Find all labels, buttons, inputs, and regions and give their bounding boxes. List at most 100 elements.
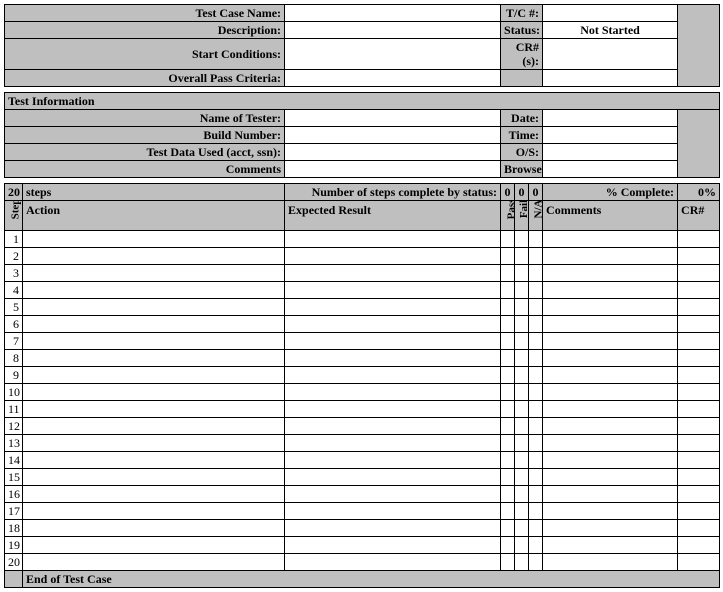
step-na[interactable] [529,486,543,503]
step-na[interactable] [529,503,543,520]
step-pass[interactable] [501,418,515,435]
step-comments[interactable] [543,333,678,350]
step-na[interactable] [529,418,543,435]
step-expected[interactable] [285,554,501,571]
step-action[interactable] [23,486,285,503]
step-cr[interactable] [678,384,720,401]
step-fail[interactable] [515,231,529,248]
step-expected[interactable] [285,418,501,435]
step-action[interactable] [23,333,285,350]
value-build[interactable] [285,127,501,144]
step-action[interactable] [23,265,285,282]
step-na[interactable] [529,435,543,452]
value-description[interactable] [285,22,501,39]
step-na[interactable] [529,554,543,571]
step-pass[interactable] [501,299,515,316]
step-fail[interactable] [515,503,529,520]
value-cr-nums[interactable] [543,39,678,70]
step-action[interactable] [23,452,285,469]
step-cr[interactable] [678,367,720,384]
step-pass[interactable] [501,452,515,469]
step-comments[interactable] [543,537,678,554]
step-na[interactable] [529,537,543,554]
step-na[interactable] [529,282,543,299]
step-fail[interactable] [515,486,529,503]
step-pass[interactable] [501,503,515,520]
step-pass[interactable] [501,469,515,486]
step-pass[interactable] [501,282,515,299]
step-comments[interactable] [543,520,678,537]
value-test-case-name[interactable] [285,5,501,22]
step-action[interactable] [23,384,285,401]
step-cr[interactable] [678,401,720,418]
step-na[interactable] [529,401,543,418]
step-pass[interactable] [501,554,515,571]
step-expected[interactable] [285,350,501,367]
step-pass[interactable] [501,486,515,503]
step-na[interactable] [529,520,543,537]
step-comments[interactable] [543,384,678,401]
step-fail[interactable] [515,537,529,554]
step-na[interactable] [529,350,543,367]
step-pass[interactable] [501,333,515,350]
step-cr[interactable] [678,554,720,571]
step-comments[interactable] [543,231,678,248]
step-action[interactable] [23,554,285,571]
step-cr[interactable] [678,452,720,469]
step-cr[interactable] [678,248,720,265]
step-comments[interactable] [543,350,678,367]
step-na[interactable] [529,452,543,469]
step-comments[interactable] [543,367,678,384]
value-date[interactable] [543,110,678,127]
step-action[interactable] [23,537,285,554]
value-tester[interactable] [285,110,501,127]
step-na[interactable] [529,299,543,316]
value-tc-num[interactable] [543,5,678,22]
step-action[interactable] [23,350,285,367]
step-pass[interactable] [501,265,515,282]
value-status[interactable]: Not Started [543,22,678,39]
step-expected[interactable] [285,367,501,384]
step-expected[interactable] [285,503,501,520]
step-cr[interactable] [678,469,720,486]
step-expected[interactable] [285,231,501,248]
step-expected[interactable] [285,537,501,554]
step-fail[interactable] [515,469,529,486]
step-pass[interactable] [501,435,515,452]
step-action[interactable] [23,418,285,435]
step-fail[interactable] [515,452,529,469]
step-pass[interactable] [501,367,515,384]
step-cr[interactable] [678,231,720,248]
value-start-conditions[interactable] [285,39,501,70]
step-comments[interactable] [543,452,678,469]
step-na[interactable] [529,248,543,265]
step-action[interactable] [23,231,285,248]
step-fail[interactable] [515,265,529,282]
step-cr[interactable] [678,435,720,452]
step-cr[interactable] [678,486,720,503]
step-expected[interactable] [285,248,501,265]
value-overall-pass[interactable] [285,70,501,87]
step-expected[interactable] [285,299,501,316]
value-browser[interactable] [543,161,678,178]
step-expected[interactable] [285,333,501,350]
step-comments[interactable] [543,299,678,316]
step-expected[interactable] [285,265,501,282]
step-cr[interactable] [678,316,720,333]
step-comments[interactable] [543,316,678,333]
step-fail[interactable] [515,299,529,316]
step-fail[interactable] [515,282,529,299]
step-expected[interactable] [285,401,501,418]
step-expected[interactable] [285,282,501,299]
step-fail[interactable] [515,384,529,401]
step-action[interactable] [23,316,285,333]
step-fail[interactable] [515,316,529,333]
step-comments[interactable] [543,486,678,503]
value-comments-top[interactable] [285,161,501,178]
step-pass[interactable] [501,401,515,418]
step-action[interactable] [23,503,285,520]
step-expected[interactable] [285,469,501,486]
step-action[interactable] [23,520,285,537]
step-fail[interactable] [515,367,529,384]
value-time[interactable] [543,127,678,144]
